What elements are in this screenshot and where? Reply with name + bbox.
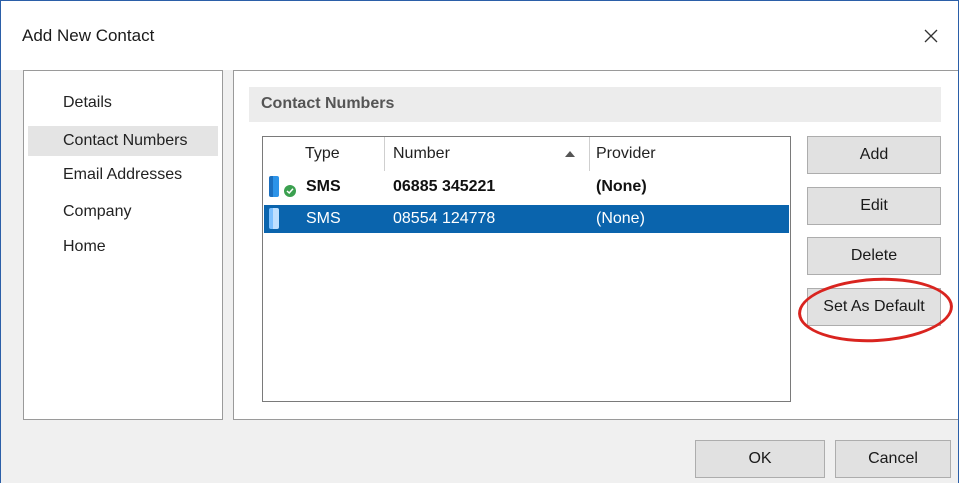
default-check-icon bbox=[284, 185, 296, 197]
section-header: Contact Numbers bbox=[249, 87, 941, 122]
edit-button[interactable]: Edit bbox=[807, 187, 941, 225]
close-button[interactable] bbox=[916, 22, 946, 50]
ok-button[interactable]: OK bbox=[695, 440, 825, 478]
cell-provider: (None) bbox=[596, 178, 647, 195]
window-title: Add New Contact bbox=[22, 26, 155, 45]
column-header-number-label: Number bbox=[393, 145, 450, 162]
nav-item-home[interactable]: Home bbox=[28, 232, 218, 262]
cell-provider: (None) bbox=[596, 210, 645, 227]
table-row[interactable]: SMS 06885 345221 (None) bbox=[264, 173, 789, 201]
delete-button[interactable]: Delete bbox=[807, 237, 941, 275]
mobile-phone-icon bbox=[269, 176, 279, 197]
cell-number: 08554 124778 bbox=[393, 210, 496, 227]
cancel-button[interactable]: Cancel bbox=[835, 440, 951, 478]
column-header-number[interactable]: Number bbox=[385, 137, 590, 171]
nav-item-contact-numbers[interactable]: Contact Numbers bbox=[28, 126, 218, 156]
contact-numbers-list[interactable]: Type Number Provider SMS 06885 345221 (N… bbox=[262, 136, 791, 402]
add-button[interactable]: Add bbox=[807, 136, 941, 174]
cell-type: SMS bbox=[306, 178, 341, 195]
title-bar: Add New Contact bbox=[0, 0, 959, 70]
close-icon bbox=[924, 29, 938, 43]
set-as-default-button[interactable]: Set As Default bbox=[807, 288, 941, 326]
sort-ascending-icon bbox=[565, 151, 575, 157]
section-title: Contact Numbers bbox=[261, 95, 395, 112]
category-nav-panel: Details Contact Numbers Email Addresses … bbox=[23, 70, 223, 420]
nav-item-details[interactable]: Details bbox=[28, 88, 218, 118]
table-row[interactable]: SMS 08554 124778 (None) bbox=[264, 205, 789, 233]
nav-item-email-addresses[interactable]: Email Addresses bbox=[28, 160, 218, 190]
cell-number: 06885 345221 bbox=[393, 178, 496, 195]
column-header-provider[interactable]: Provider bbox=[590, 137, 790, 171]
cell-type: SMS bbox=[306, 210, 341, 227]
nav-item-company[interactable]: Company bbox=[28, 197, 218, 227]
column-header-type[interactable]: Type bbox=[263, 137, 385, 171]
mobile-phone-icon bbox=[269, 208, 279, 229]
